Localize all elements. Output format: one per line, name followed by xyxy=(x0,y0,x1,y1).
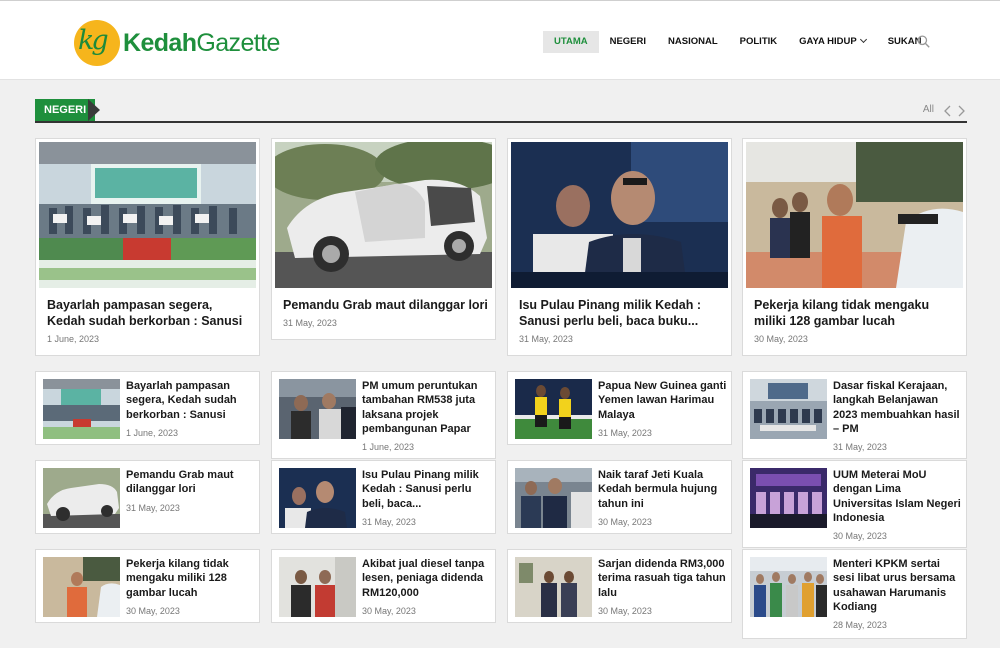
list-item-date: 1 June, 2023 xyxy=(126,428,179,438)
list-item-date: 31 May, 2023 xyxy=(126,503,180,513)
list-item-thumbnail[interactable] xyxy=(43,557,120,617)
list-item[interactable]: Pekerja kilang tidak mengaku miliki 128 … xyxy=(35,549,260,623)
list-item[interactable]: Bayarlah pampasan segera, Kedah sudah be… xyxy=(35,371,260,445)
list-item-title[interactable]: Akibat jual diesel tanpa lesen, peniaga … xyxy=(362,557,492,600)
featured-card[interactable]: Pemandu Grab maut dilanggar lori 31 May,… xyxy=(271,138,496,340)
list-item-title[interactable]: Sarjan didenda RM3,000 terima rasuah tig… xyxy=(598,557,728,600)
site-logo[interactable]: kg KedahGazette xyxy=(74,19,280,67)
nav-item-negeri[interactable]: NEGERI xyxy=(599,31,657,53)
list-item-title[interactable]: PM umum peruntukan tambahan RM538 juta l… xyxy=(362,379,492,436)
list-item-title[interactable]: Pekerja kilang tidak mengaku miliki 128 … xyxy=(126,557,256,600)
nav-item-politik[interactable]: POLITIK xyxy=(729,31,788,53)
nav-item-nasional[interactable]: NASIONAL xyxy=(657,31,729,53)
list-item[interactable]: Naik taraf Jeti Kuala Kedah bermula huju… xyxy=(507,460,732,534)
list-item-date: 31 May, 2023 xyxy=(362,517,416,527)
list-item[interactable]: Papua New Guinea ganti Yemen lawan Harim… xyxy=(507,371,732,445)
featured-card[interactable]: Bayarlah pampasan segera, Kedah sudah be… xyxy=(35,138,260,356)
list-item-title[interactable]: Bayarlah pampasan segera, Kedah sudah be… xyxy=(126,379,256,422)
site-header: kg KedahGazette UTAMA NEGERI NASIONAL PO… xyxy=(0,0,1000,80)
list-item[interactable]: Pemandu Grab maut dilanggar lori 31 May,… xyxy=(35,460,260,534)
featured-thumbnail[interactable] xyxy=(511,142,728,288)
list-item-title[interactable]: Papua New Guinea ganti Yemen lawan Harim… xyxy=(598,379,728,422)
list-item-title[interactable]: Menteri KPKM sertai sesi libat urus bers… xyxy=(833,557,963,614)
list-item-title[interactable]: Pemandu Grab maut dilanggar lori xyxy=(126,468,256,497)
nav-item-utama[interactable]: UTAMA xyxy=(543,31,599,53)
logo-wordmark: KedahGazette xyxy=(123,28,280,57)
list-item[interactable]: Dasar fiskal Kerajaan, langkah Belanjawa… xyxy=(742,371,967,459)
featured-title[interactable]: Isu Pulau Pinang milik Kedah : Sanusi pe… xyxy=(519,297,724,329)
chevron-down-icon xyxy=(859,35,867,44)
logo-mark-icon: kg xyxy=(74,20,120,66)
list-item-thumbnail[interactable] xyxy=(43,468,120,528)
list-item-date: 30 May, 2023 xyxy=(362,606,416,616)
list-item-thumbnail[interactable] xyxy=(43,379,120,439)
featured-title[interactable]: Pemandu Grab maut dilanggar lori xyxy=(283,297,488,313)
featured-date: 31 May, 2023 xyxy=(519,334,573,344)
featured-card[interactable]: Pekerja kilang tidak mengaku miliki 128 … xyxy=(742,138,967,356)
featured-date: 30 May, 2023 xyxy=(754,334,808,344)
list-item-thumbnail[interactable] xyxy=(515,379,592,439)
list-item[interactable]: Menteri KPKM sertai sesi libat urus bers… xyxy=(742,549,967,639)
list-item-date: 28 May, 2023 xyxy=(833,620,887,630)
section-header: NEGERI All xyxy=(35,99,967,123)
list-item-title[interactable]: Naik taraf Jeti Kuala Kedah bermula huju… xyxy=(598,468,728,511)
list-item-date: 30 May, 2023 xyxy=(598,606,652,616)
featured-date: 31 May, 2023 xyxy=(283,318,337,328)
featured-date: 1 June, 2023 xyxy=(47,334,100,344)
chevron-right-icon[interactable] xyxy=(956,105,966,117)
list-item-thumbnail[interactable] xyxy=(750,557,827,617)
list-item[interactable]: Isu Pulau Pinang milik Kedah : Sanusi pe… xyxy=(271,460,496,534)
section-tab[interactable]: NEGERI xyxy=(35,99,96,121)
featured-thumbnail[interactable] xyxy=(39,142,256,288)
nav-item-gaya-hidup-label: GAYA HIDUP xyxy=(799,36,857,47)
list-item-date: 30 May, 2023 xyxy=(833,531,887,541)
list-item-thumbnail[interactable] xyxy=(279,468,356,528)
list-item-date: 31 May, 2023 xyxy=(833,442,887,452)
featured-thumbnail[interactable] xyxy=(746,142,963,288)
list-item-thumbnail[interactable] xyxy=(279,557,356,617)
list-item-date: 30 May, 2023 xyxy=(126,606,180,616)
search-icon[interactable] xyxy=(917,35,930,48)
list-item[interactable]: UUM Meterai MoU dengan Lima Universitas … xyxy=(742,460,967,548)
list-item-thumbnail[interactable] xyxy=(515,557,592,617)
list-item-thumbnail[interactable] xyxy=(515,468,592,528)
main-nav: UTAMA NEGERI NASIONAL POLITIK GAYA HIDUP… xyxy=(543,31,932,53)
section-all-link[interactable]: All xyxy=(923,104,934,115)
chevron-left-icon[interactable] xyxy=(943,105,953,117)
list-item-title[interactable]: UUM Meterai MoU dengan Lima Universitas … xyxy=(833,468,963,525)
featured-title[interactable]: Bayarlah pampasan segera, Kedah sudah be… xyxy=(47,297,252,329)
featured-card[interactable]: Isu Pulau Pinang milik Kedah : Sanusi pe… xyxy=(507,138,732,356)
list-item-thumbnail[interactable] xyxy=(750,379,827,439)
list-item-date: 30 May, 2023 xyxy=(598,517,652,527)
list-item-title[interactable]: Dasar fiskal Kerajaan, langkah Belanjawa… xyxy=(833,379,963,436)
list-item[interactable]: Akibat jual diesel tanpa lesen, peniaga … xyxy=(271,549,496,623)
list-item-date: 1 June, 2023 xyxy=(362,442,415,452)
list-item[interactable]: Sarjan didenda RM3,000 terima rasuah tig… xyxy=(507,549,732,623)
list-item-date: 31 May, 2023 xyxy=(598,428,652,438)
list-item-thumbnail[interactable] xyxy=(750,468,827,528)
list-item-title[interactable]: Isu Pulau Pinang milik Kedah : Sanusi pe… xyxy=(362,468,492,511)
list-item-thumbnail[interactable] xyxy=(279,379,356,439)
featured-thumbnail[interactable] xyxy=(275,142,492,288)
list-item[interactable]: PM umum peruntukan tambahan RM538 juta l… xyxy=(271,371,496,459)
featured-title[interactable]: Pekerja kilang tidak mengaku miliki 128 … xyxy=(754,297,959,329)
section-tab-tail xyxy=(88,99,100,121)
nav-item-gaya-hidup[interactable]: GAYA HIDUP xyxy=(788,31,877,53)
